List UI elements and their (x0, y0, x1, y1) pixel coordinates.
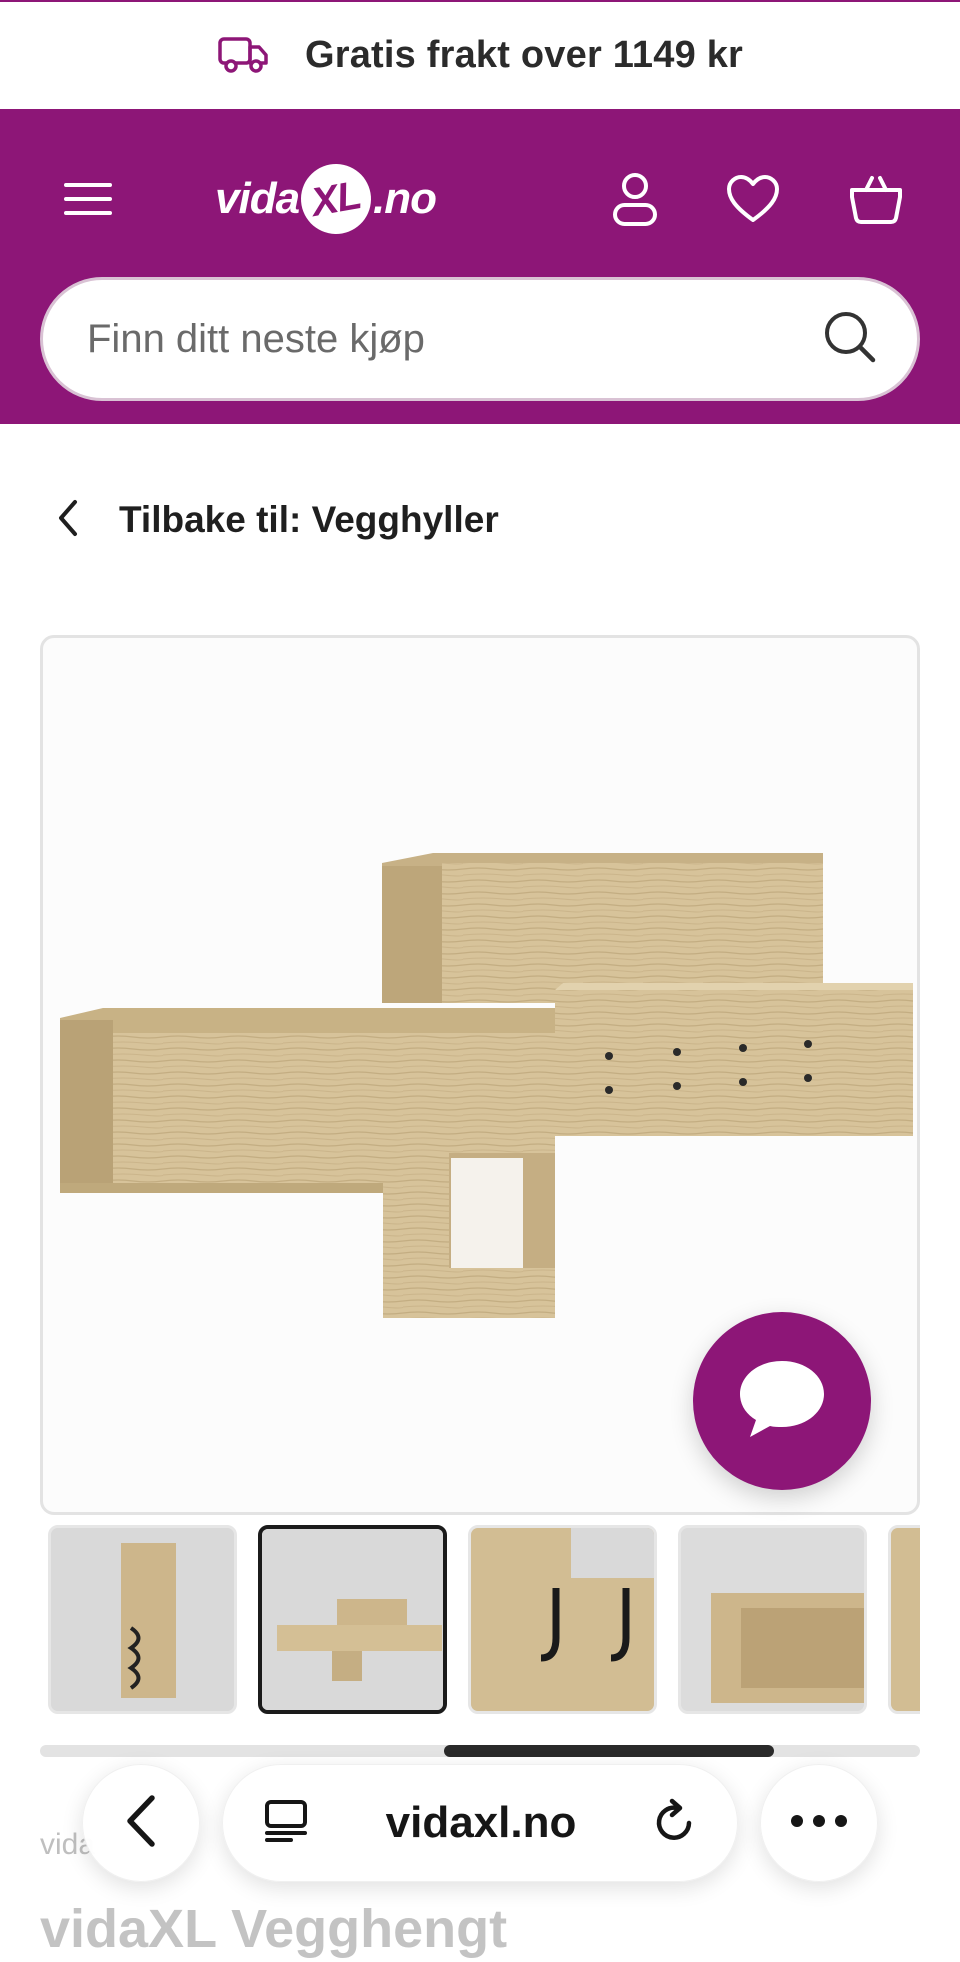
free-shipping-text: Gratis frakt over 1149 kr (304, 34, 744, 76)
reload-icon[interactable] (653, 1797, 697, 1850)
chevron-left-icon (55, 498, 81, 543)
logo-prefix: vida (215, 174, 300, 223)
promo-bar: Gratis frakt over 1149 kr (0, 2, 960, 109)
thumb-full-shelf[interactable] (258, 1525, 447, 1714)
address-text: vidaxl.no (385, 1798, 577, 1847)
search-bar[interactable] (40, 277, 920, 401)
account-icon[interactable] (600, 164, 670, 234)
back-arrow-icon (124, 1794, 158, 1853)
more-dots-icon (790, 1814, 848, 1833)
search-icon[interactable] (823, 310, 877, 369)
browser-back-button[interactable] (82, 1764, 200, 1882)
chat-bubble-icon (734, 1355, 830, 1448)
thumb-side-hooks[interactable] (48, 1525, 237, 1714)
thumb-shelf-detail[interactable] (678, 1525, 867, 1714)
site-header: vida XL .no (0, 109, 960, 424)
browser-more-button[interactable] (760, 1764, 878, 1882)
logo-suffix: .no (373, 174, 437, 223)
delivery-truck-icon (217, 31, 269, 80)
back-breadcrumb[interactable]: Tilbake til: Vegghyller (55, 480, 499, 560)
wishlist-heart-icon[interactable] (718, 164, 788, 234)
product-title: vidaXL Vegghengt (40, 1899, 508, 1959)
logo-xl-badge: XL (295, 158, 377, 240)
chat-button[interactable] (693, 1312, 871, 1490)
thumb-partial[interactable] (888, 1525, 920, 1714)
breadcrumb-label: Tilbake til: Vegghyller (119, 499, 499, 540)
thumbnail-strip[interactable] (48, 1525, 920, 1715)
basket-icon[interactable] (841, 164, 911, 234)
search-input[interactable] (87, 316, 823, 362)
thumb-black-hooks[interactable] (468, 1525, 657, 1714)
browser-toolbar: vidaxl.no (0, 1755, 960, 1895)
address-bar[interactable]: vidaxl.no (222, 1764, 738, 1882)
vidaxl-logo[interactable]: vida XL .no (215, 158, 437, 240)
reader-mode-icon[interactable] (263, 1798, 309, 1849)
menu-icon[interactable] (58, 169, 118, 229)
